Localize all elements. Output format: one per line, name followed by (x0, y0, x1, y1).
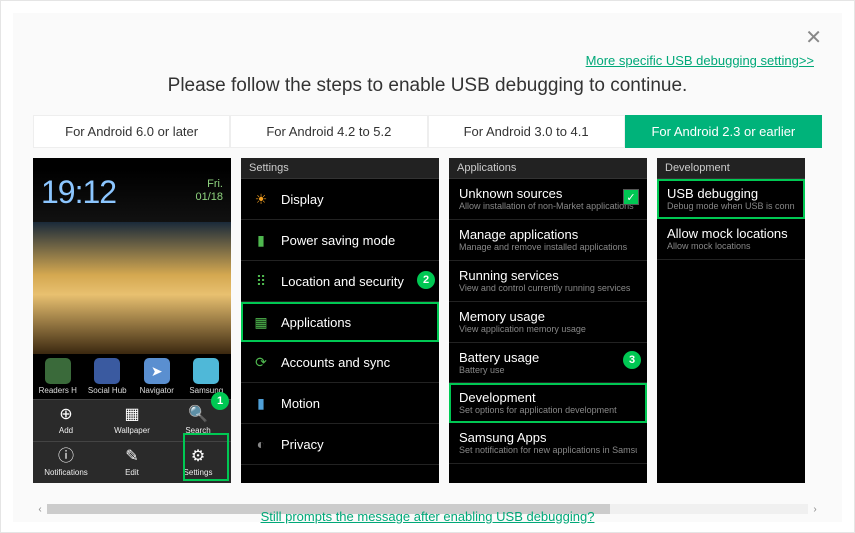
dialog-inner: ✕ More specific USB debugging setting>> … (13, 13, 842, 522)
close-button[interactable]: ✕ (805, 25, 822, 50)
dev-usb-debugging: USB debuggingDebug mode when USB is conn… (657, 179, 805, 219)
dock-row: Readers H Social Hub ➤Navigator Samsung (33, 354, 231, 399)
screenshot-gallery[interactable]: 19:12 Fri.01/18 Readers H Social Hub ➤Na… (33, 158, 822, 483)
more-settings-link[interactable]: More specific USB debugging setting>> (586, 53, 814, 68)
privacy-icon: ◐ (251, 434, 271, 454)
app-battery: Battery usageBattery use3 (449, 343, 647, 384)
dock-social: Social Hub (83, 354, 133, 399)
screenshot-applications: Applications Unknown sourcesAllow instal… (449, 158, 647, 483)
step-badge-3: 3 (623, 351, 641, 369)
screenshot-settings: Settings ☀Display ▮Power saving mode ⠿Lo… (241, 158, 439, 483)
setting-location: ⠿Location and security2 (241, 261, 439, 302)
setting-motion: ▮Motion (241, 383, 439, 424)
grid-icon: ⠿ (251, 271, 271, 291)
setting-applications: ▦Applications (241, 302, 439, 342)
tab-android-2-3[interactable]: For Android 2.3 or earlier (625, 115, 822, 148)
applications-header: Applications (449, 158, 647, 179)
menu-edit: ✎Edit (99, 442, 165, 483)
sync-icon: ⟳ (251, 352, 271, 372)
app-memory: Memory usageView application memory usag… (449, 302, 647, 343)
motion-icon: ▮ (251, 393, 271, 413)
setting-power: ▮Power saving mode (241, 220, 439, 261)
setting-display: ☀Display (241, 179, 439, 220)
screenshot-home: 19:12 Fri.01/18 Readers H Social Hub ➤Na… (33, 158, 231, 483)
menu-wallpaper: ▦Wallpaper (99, 400, 165, 441)
step-badge-1: 1 (211, 392, 229, 410)
screenshot-development: Development USB debuggingDebug mode when… (657, 158, 805, 483)
setting-privacy: ◐Privacy (241, 424, 439, 465)
tab-android-4-2[interactable]: For Android 4.2 to 5.2 (230, 115, 427, 148)
development-header: Development (657, 158, 805, 179)
check-icon: ✓ (623, 189, 639, 205)
app-samsung: Samsung AppsSet notification for new app… (449, 423, 647, 464)
tab-android-6[interactable]: For Android 6.0 or later (33, 115, 230, 148)
settings-header: Settings (241, 158, 439, 179)
dock-navigator: ➤Navigator (132, 354, 182, 399)
app-manage: Manage applicationsManage and remove ins… (449, 220, 647, 261)
app-running: Running servicesView and control current… (449, 261, 647, 302)
app-unknown-sources: Unknown sourcesAllow installation of non… (449, 179, 647, 220)
setting-accounts: ⟳Accounts and sync (241, 342, 439, 383)
plus-icon: ⊕ (35, 406, 97, 424)
menu-row-2: ⓘNotifications ✎Edit ⚙Settings (33, 441, 231, 483)
wallpaper-icon: ▦ (101, 406, 163, 424)
menu-settings: ⚙Settings (165, 442, 231, 483)
dialog-window: ✕ More specific USB debugging setting>> … (0, 0, 855, 533)
sun-icon: ☀ (251, 189, 271, 209)
tab-android-3[interactable]: For Android 3.0 to 4.1 (428, 115, 625, 148)
pencil-icon: ✎ (101, 448, 163, 466)
menu-notifications: ⓘNotifications (33, 442, 99, 483)
app-development: DevelopmentSet options for application d… (449, 383, 647, 423)
status-bar (33, 158, 231, 170)
info-icon: ⓘ (35, 448, 97, 466)
menu-row-1: ⊕Add ▦Wallpaper 🔍Search 1 (33, 399, 231, 441)
gear-icon: ⚙ (167, 448, 229, 466)
wallpaper (33, 222, 231, 354)
clock-date: Fri.01/18 (195, 178, 223, 204)
android-version-tabs: For Android 6.0 or later For Android 4.2… (33, 115, 822, 148)
bottom-help-link-wrap: Still prompts the message after enabling… (13, 508, 842, 526)
menu-add: ⊕Add (33, 400, 99, 441)
still-prompts-link[interactable]: Still prompts the message after enabling… (261, 509, 595, 524)
dock-readers: Readers H (33, 354, 83, 399)
apps-icon: ▦ (251, 312, 271, 332)
step-badge-2: 2 (417, 271, 435, 289)
clock-widget: 19:12 Fri.01/18 (33, 170, 231, 222)
battery-icon: ▮ (251, 230, 271, 250)
dev-mock-locations: Allow mock locationsAllow mock locations (657, 219, 805, 260)
